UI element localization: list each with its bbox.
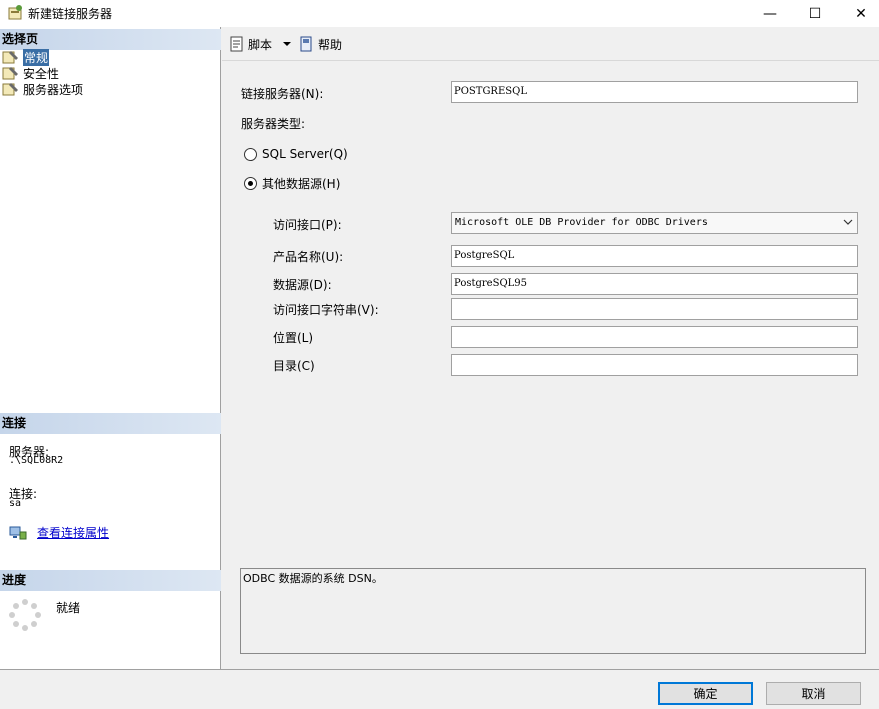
title-bar: 新建链接服务器 — ☐ ✕ bbox=[0, 0, 879, 27]
nav-item-security[interactable]: 安全性 bbox=[2, 65, 59, 81]
ok-button[interactable]: 确定 bbox=[658, 682, 753, 705]
radio-other-data-source[interactable]: 其他数据源(H) bbox=[244, 175, 340, 192]
select-page-header: 选择页 bbox=[0, 29, 221, 50]
product-name-input[interactable]: PostgreSQL bbox=[451, 245, 858, 267]
nav-label-server-options: 服务器选项 bbox=[23, 82, 84, 97]
catalog-label: 目录(C) bbox=[273, 359, 315, 373]
provider-string-label: 访问接口字符串(V): bbox=[273, 303, 379, 317]
minimize-button[interactable]: — bbox=[747, 0, 793, 27]
radio-other-label: 其他数据源(H) bbox=[262, 177, 341, 191]
view-connection-properties-link[interactable]: 查看连接属性 bbox=[37, 524, 109, 541]
progress-spinner-icon bbox=[9, 599, 41, 631]
radio-sql-server-circle[interactable] bbox=[244, 147, 257, 161]
connection-value: sa bbox=[9, 498, 22, 509]
connection-header: 连接 bbox=[0, 413, 221, 434]
radio-sql-server-label: SQL Server(Q) bbox=[262, 147, 348, 161]
nav-item-server-options[interactable]: 服务器选项 bbox=[2, 81, 83, 97]
data-source-label: 数据源(D): bbox=[273, 278, 332, 292]
help-button[interactable]: 帮助 bbox=[299, 35, 342, 53]
script-icon bbox=[230, 36, 243, 52]
progress-status: 就绪 bbox=[56, 601, 81, 615]
description-box: ODBC 数据源的系统 DSN。 bbox=[240, 568, 866, 654]
location-input[interactable] bbox=[451, 326, 858, 348]
help-book-icon bbox=[300, 36, 312, 52]
provider-string-input[interactable] bbox=[451, 298, 858, 320]
window-title: 新建链接服务器 bbox=[28, 7, 113, 21]
cancel-button[interactable]: 取消 bbox=[766, 682, 861, 705]
location-label: 位置(L) bbox=[273, 331, 314, 345]
nav-item-general[interactable]: 常规 bbox=[2, 48, 50, 66]
provider-select[interactable]: Microsoft OLE DB Provider for ODBC Drive… bbox=[451, 212, 858, 234]
data-source-input[interactable]: PostgreSQL95 bbox=[451, 273, 858, 295]
nav-label-security: 安全性 bbox=[23, 66, 60, 81]
left-pane: 选择页 常规 安全性 服务器选项 连接 服务器: .\SQL08R2 连接: s… bbox=[0, 27, 221, 669]
server-type-label: 服务器类型: bbox=[241, 117, 306, 131]
script-label: 脚本 bbox=[248, 37, 273, 52]
provider-label: 访问接口(P): bbox=[273, 218, 342, 232]
page-wrench-icon bbox=[2, 83, 18, 96]
linked-server-app-icon bbox=[8, 5, 22, 20]
progress-header: 进度 bbox=[0, 570, 221, 591]
bottom-bar: 确定 取消 bbox=[0, 669, 879, 709]
radio-sql-server[interactable]: SQL Server(Q) bbox=[244, 147, 348, 161]
linked-server-label: 链接服务器(N): bbox=[241, 87, 324, 101]
close-button[interactable]: ✕ bbox=[838, 0, 879, 27]
chevron-down-icon[interactable] bbox=[842, 216, 854, 228]
toolbar: 脚本 帮助 bbox=[222, 27, 879, 61]
chevron-down-icon[interactable] bbox=[280, 39, 294, 49]
nav-label-general: 常规 bbox=[23, 48, 50, 66]
product-name-label: 产品名称(U): bbox=[273, 250, 344, 264]
provider-select-value: Microsoft OLE DB Provider for ODBC Drive… bbox=[455, 217, 708, 228]
server-value: .\SQL08R2 bbox=[9, 455, 64, 466]
connection-properties-icon bbox=[9, 526, 27, 539]
page-wrench-icon bbox=[2, 51, 18, 64]
view-connection-properties[interactable]: 查看连接属性 bbox=[9, 524, 109, 541]
radio-other-circle[interactable] bbox=[244, 177, 257, 190]
maximize-button[interactable]: ☐ bbox=[792, 0, 838, 27]
catalog-input[interactable] bbox=[451, 354, 858, 376]
page-wrench-icon bbox=[2, 67, 18, 80]
help-label: 帮助 bbox=[318, 37, 343, 52]
script-button[interactable]: 脚本 bbox=[229, 35, 297, 53]
linked-server-input[interactable]: POSTGRESQL bbox=[451, 81, 858, 103]
